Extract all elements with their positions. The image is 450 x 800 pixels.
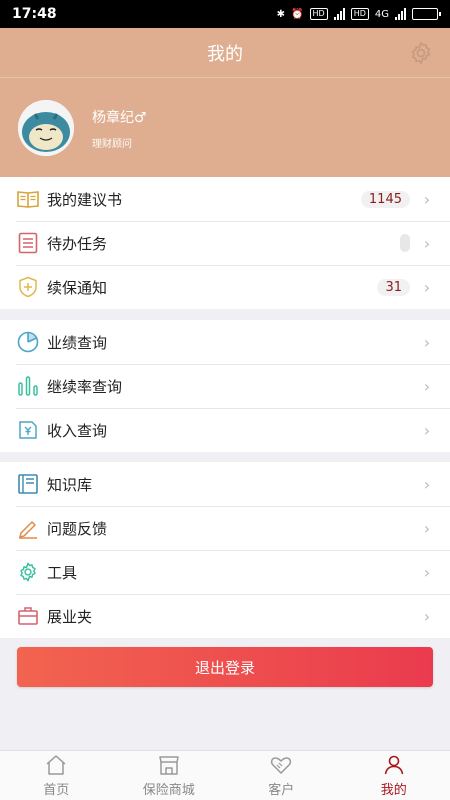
- list-icon: [16, 231, 40, 255]
- chevron-right-icon: ›: [423, 562, 431, 582]
- pie-chart-icon: [16, 330, 40, 354]
- chevron-right-icon: ›: [423, 233, 431, 253]
- menu-item-label: 继续率查询: [47, 377, 123, 396]
- person-icon: [384, 755, 404, 775]
- chevron-right-icon: ›: [423, 518, 431, 538]
- menu-item-feedback[interactable]: 问题反馈 ›: [0, 506, 450, 550]
- alarm-icon: ⏰: [291, 8, 304, 20]
- logout-button[interactable]: 退出登录: [17, 647, 433, 687]
- handshake-icon: [271, 757, 292, 774]
- menu-item-label: 知识库: [47, 475, 93, 494]
- menu-item-proposals[interactable]: 我的建议书 1145 ›: [0, 177, 450, 221]
- menu-item-persistency[interactable]: 继续率查询 ›: [0, 364, 450, 408]
- tab-label: 我的: [380, 783, 407, 798]
- menu-item-label: 收入查询: [47, 421, 108, 440]
- bottom-tab-bar: 首页 保险商城 客户 我的: [0, 750, 450, 800]
- signal-icon: [333, 8, 345, 20]
- status-time: 17:48: [12, 6, 57, 22]
- menu-item-renewal[interactable]: 续保通知 31 ›: [0, 265, 450, 309]
- menu-item-label: 我的建议书: [47, 190, 123, 209]
- page-title: 我的: [207, 43, 243, 65]
- menu-item-tools[interactable]: 工具 ›: [0, 550, 450, 594]
- menu-group-1: 我的建议书 1145 › 待办任务 › 续保通知 31 ›: [0, 177, 450, 309]
- tab-home[interactable]: 首页: [0, 751, 113, 800]
- menu-group-3: 知识库 › 问题反馈 › 工具 › 展业夹 ›: [0, 462, 450, 638]
- hd-badge: HD: [309, 8, 328, 20]
- menu-item-todo[interactable]: 待办任务 ›: [0, 221, 450, 265]
- network-label: 4G: [374, 8, 389, 20]
- menu-item-label: 问题反馈: [47, 519, 108, 538]
- user-name: 杨章纪♂: [92, 109, 147, 126]
- menu-item-knowledge[interactable]: 知识库 ›: [0, 462, 450, 506]
- tab-customers[interactable]: 客户: [225, 751, 338, 800]
- count-badge: 31: [377, 278, 410, 296]
- profile-card[interactable]: 杨章纪♂ 理财顾问: [18, 100, 147, 156]
- avatar-image: [18, 100, 74, 156]
- menu-item-label: 工具: [47, 563, 78, 582]
- menu-item-label: 展业夹: [47, 607, 93, 626]
- menu-item-label: 业绩查询: [47, 333, 108, 352]
- chevron-right-icon: ›: [423, 189, 431, 209]
- home-icon: [46, 755, 66, 775]
- tab-mine[interactable]: 我的: [338, 751, 450, 800]
- menu-item-label: 待办任务: [47, 234, 108, 253]
- signal-icon-2: [395, 8, 406, 20]
- menu-item-label: 续保通知: [47, 278, 108, 297]
- knowledge-book-icon: [16, 472, 40, 496]
- chevron-right-icon: ›: [423, 420, 431, 440]
- tab-label: 客户: [268, 783, 295, 798]
- user-role: 理财顾问: [92, 138, 132, 150]
- pencil-icon: [16, 516, 40, 540]
- tab-label: 首页: [43, 783, 70, 798]
- status-icons: ✱ ⏰ HD HD 4G: [276, 8, 441, 20]
- shield-plus-icon: [16, 275, 40, 299]
- income-icon: [16, 418, 40, 442]
- chevron-right-icon: ›: [423, 332, 431, 352]
- gear-icon: [16, 560, 40, 584]
- title-bar: 我的: [0, 28, 450, 78]
- hd-badge-2: HD: [350, 8, 369, 20]
- chevron-right-icon: ›: [423, 474, 431, 494]
- store-icon: [159, 756, 179, 775]
- book-icon: [16, 187, 40, 211]
- tab-store[interactable]: 保险商城: [113, 751, 226, 800]
- chevron-right-icon: ›: [423, 606, 431, 626]
- chevron-right-icon: ›: [423, 277, 431, 297]
- menu-group-2: 业绩查询 › 继续率查询 › 收入查询 ›: [0, 320, 450, 452]
- bluetooth-icon: ✱: [276, 8, 286, 20]
- bar-chart-icon: [16, 374, 40, 398]
- chevron-right-icon: ›: [423, 376, 431, 396]
- status-bar: 17:48 ✱ ⏰ HD HD 4G: [0, 0, 450, 28]
- menu-item-folder[interactable]: 展业夹 ›: [0, 594, 450, 638]
- empty-badge: [400, 234, 410, 252]
- avatar[interactable]: [18, 100, 74, 156]
- battery-icon: [412, 8, 441, 20]
- menu-item-performance[interactable]: 业绩查询 ›: [0, 320, 450, 364]
- settings-gear-icon[interactable]: [408, 40, 434, 66]
- count-badge: 1145: [360, 190, 410, 208]
- tab-label: 保险商城: [142, 783, 195, 798]
- briefcase-icon: [16, 604, 40, 628]
- profile-header: 我的 杨章纪♂ 理财顾问: [0, 28, 450, 178]
- menu-item-income[interactable]: 收入查询 ›: [0, 408, 450, 452]
